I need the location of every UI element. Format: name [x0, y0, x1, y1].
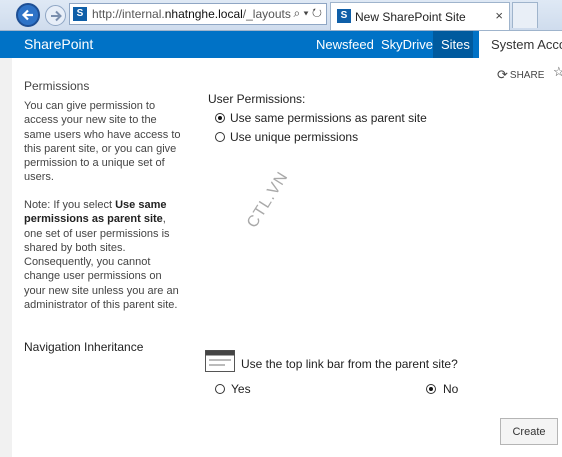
option-nav-yes[interactable]: Yes — [231, 382, 251, 396]
share-button[interactable]: ⟳ SHARE — [497, 67, 544, 83]
back-button[interactable] — [16, 3, 40, 27]
permissions-note: Note: If you select Use same permissions… — [24, 198, 184, 312]
radio-same-permissions[interactable] — [215, 113, 225, 123]
url-prefix: http://internal. — [92, 7, 165, 21]
sharepoint-brand[interactable]: SharePoint — [24, 36, 93, 52]
top-link-bar-icon — [205, 350, 235, 372]
user-permissions-label: User Permissions: — [208, 92, 306, 106]
permissions-description: You can give permission to access your n… — [24, 100, 181, 184]
option-unique-permissions[interactable]: Use unique permissions — [230, 130, 358, 144]
radio-nav-yes[interactable] — [215, 384, 225, 394]
new-tab-button[interactable] — [512, 2, 538, 28]
forward-button[interactable] — [45, 5, 66, 26]
address-bar[interactable]: S http://internal.nhatnghe.local/_layout… — [69, 3, 327, 25]
sharepoint-tab-icon: S — [337, 9, 351, 23]
address-url: http://internal.nhatnghe.local/_layouts — [92, 7, 291, 21]
left-edge — [0, 58, 12, 457]
top-link-bar-question: Use the top link bar from the parent sit… — [241, 357, 458, 371]
option-same-permissions[interactable]: Use same permissions as parent site — [230, 111, 427, 125]
account-name: System Accou — [491, 37, 562, 52]
option-nav-no[interactable]: No — [443, 382, 458, 396]
url-path: /_layouts — [242, 7, 291, 21]
radio-nav-no[interactable] — [426, 384, 436, 394]
suite-link-skydrive[interactable]: SkyDrive — [381, 37, 433, 52]
permissions-section-title: Permissions — [24, 79, 90, 91]
radio-unique-permissions[interactable] — [215, 132, 225, 142]
note-suffix: , one set of user permissions is shared … — [24, 213, 179, 312]
share-label: SHARE — [509, 70, 545, 81]
suite-link-newsfeed[interactable]: Newsfeed — [316, 37, 374, 52]
tab-title: New SharePoint Site — [355, 10, 466, 24]
account-menu[interactable]: System Accou — [479, 31, 562, 58]
arrow-right-icon — [50, 10, 62, 21]
create-button[interactable]: Create — [500, 418, 558, 445]
browser-tab[interactable]: S New SharePoint Site × — [330, 2, 510, 30]
close-tab-icon[interactable]: × — [495, 8, 503, 23]
sharepoint-favicon-icon: S — [73, 7, 87, 21]
address-actions-icon[interactable]: ⌕ ▾ ↻ — [293, 6, 322, 21]
url-domain: nhatnghe.local — [164, 7, 243, 21]
watermark: CTL.VN — [244, 168, 292, 232]
navigation-section-title: Navigation Inheritance — [24, 340, 144, 354]
suite-link-sites[interactable]: Sites — [441, 37, 470, 52]
arrow-left-icon — [21, 9, 33, 21]
browser-toolbar: S http://internal.nhatnghe.local/_layout… — [0, 0, 562, 31]
follow-star-icon[interactable]: ☆ — [553, 64, 562, 80]
note-prefix: Note: If you select — [24, 199, 116, 211]
suite-bar: SharePoint Newsfeed SkyDrive Sites — [0, 31, 562, 58]
share-icon: ⟳ — [497, 67, 508, 82]
